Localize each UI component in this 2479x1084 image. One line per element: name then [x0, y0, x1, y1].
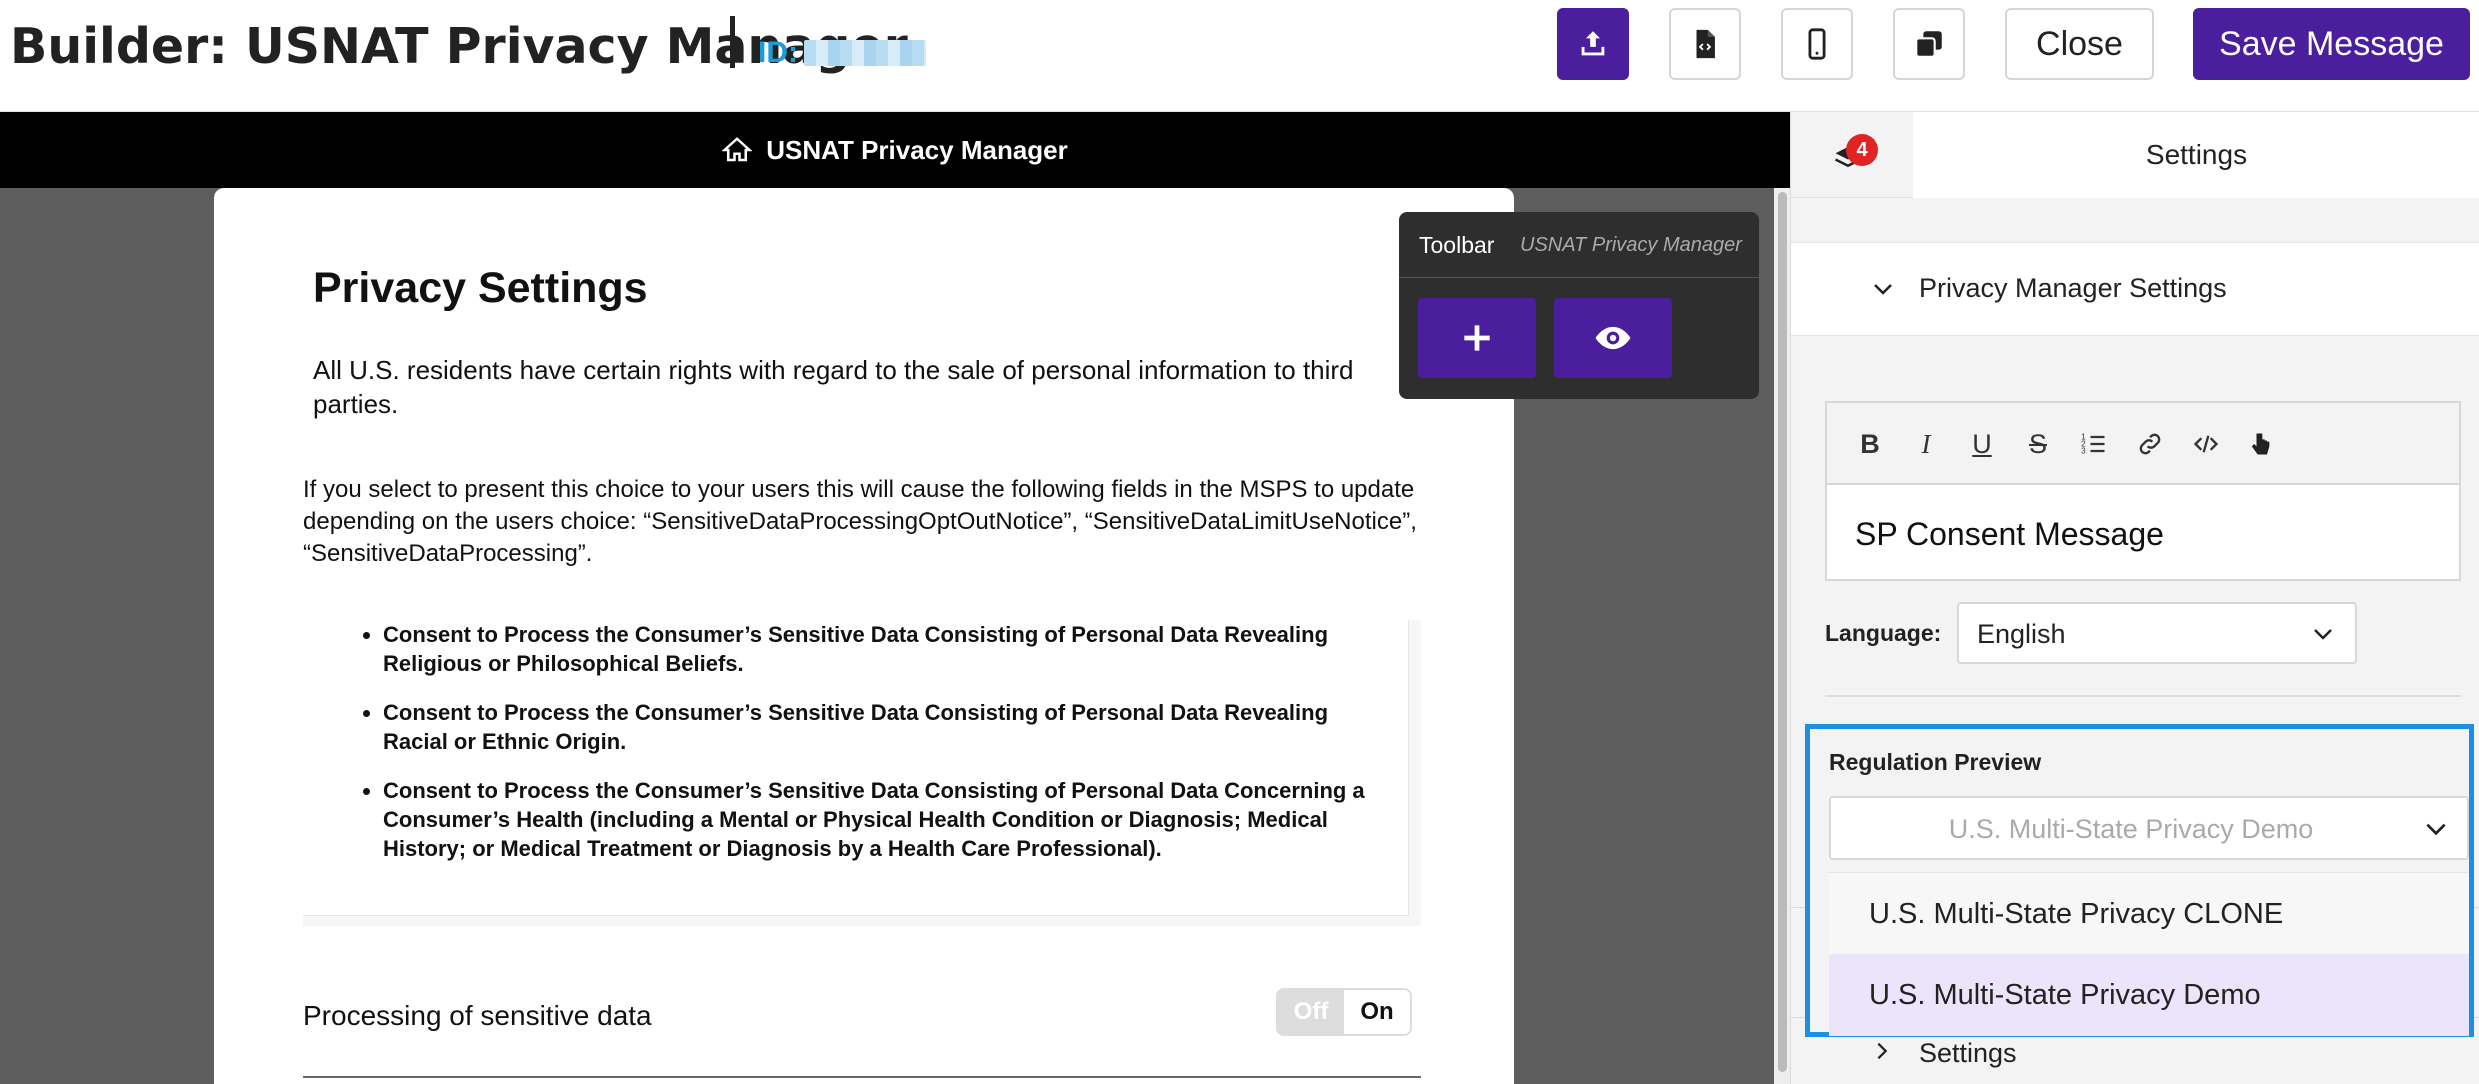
message-id-value-redacted: [804, 40, 926, 66]
privacy-settings-title: Privacy Settings: [313, 264, 648, 312]
upload-icon: [1581, 31, 1605, 56]
language-value: English: [1977, 619, 2066, 649]
canvas-scrollbar-thumb[interactable]: [1778, 192, 1787, 1072]
ordered-list-icon[interactable]: 123: [2077, 427, 2111, 461]
toolbar-subtitle: USNAT Privacy Manager: [1520, 234, 1742, 256]
regulation-option[interactable]: U.S. Multi-State Privacy CLONE: [1829, 872, 2469, 954]
privacy-settings-modal[interactable]: Privacy Settings All U.S. residents have…: [214, 188, 1514, 1084]
sensitive-data-label: Processing of sensitive data: [303, 1000, 652, 1031]
title-separator: [730, 16, 735, 68]
consent-item: Consent to Process the Consumer’s Sensit…: [383, 698, 1373, 756]
canvas-title-bar: USNAT Privacy Manager: [0, 112, 1790, 188]
save-message-button[interactable]: Save Message: [2193, 8, 2470, 80]
editor-toolbar: B I U S 123: [1827, 403, 2459, 485]
chevron-down-icon: [1874, 284, 1892, 295]
consent-list: Consent to Process the Consumer’s Sensit…: [383, 620, 1373, 883]
bold-icon[interactable]: B: [1853, 427, 1887, 461]
chevron-down-icon: [2314, 629, 2332, 640]
tab-settings-label: Settings: [2145, 139, 2248, 170]
regulation-preview-highlight: Regulation Preview U.S. Multi-State Priv…: [1805, 724, 2474, 1037]
publish-button[interactable]: [1557, 8, 1629, 80]
message-id-label: ID:: [758, 36, 798, 69]
mobile-preview-button[interactable]: [1781, 8, 1853, 80]
home-icon: [722, 137, 753, 162]
eye-icon: [1595, 326, 1631, 350]
italic-icon[interactable]: I: [1909, 427, 1943, 461]
preview-button[interactable]: [1554, 298, 1672, 378]
settings-section-label: Settings: [1919, 1038, 2017, 1068]
canvas-title: USNAT Privacy Manager: [766, 134, 1068, 165]
privacy-intro-text: All U.S. residents have certain rights w…: [313, 355, 1354, 419]
toggle-on-option[interactable]: On: [1344, 990, 1410, 1034]
close-button[interactable]: Close: [2005, 8, 2154, 80]
privacy-manager-settings-label: Privacy Manager Settings: [1919, 273, 2227, 303]
svg-text:3: 3: [2081, 446, 2086, 455]
underline-icon[interactable]: U: [1965, 427, 1999, 461]
tab-components[interactable]: 4: [1791, 112, 1913, 198]
code-icon[interactable]: [2189, 427, 2223, 461]
code-file-icon: [1696, 29, 1715, 59]
consent-item: Consent to Process the Consumer’s Sensit…: [383, 776, 1373, 863]
toolbar-header[interactable]: Toolbar USNAT Privacy Manager: [1399, 212, 1759, 278]
notification-badge: 4: [1846, 134, 1878, 166]
consent-list-container[interactable]: Consent to Process the Consumer’s Sensit…: [303, 620, 1421, 926]
editor-content[interactable]: SP Consent Message: [1855, 516, 2164, 553]
regulation-preview-label: Regulation Preview: [1829, 749, 2042, 775]
consent-list-scroll[interactable]: Consent to Process the Consumer’s Sensit…: [303, 620, 1409, 916]
pointer-icon[interactable]: [2243, 427, 2277, 461]
strikethrough-icon[interactable]: S: [2021, 427, 2055, 461]
regulation-preview-select[interactable]: U.S. Multi-State Privacy Demo: [1829, 796, 2469, 860]
floating-toolbar: Toolbar USNAT Privacy Manager: [1399, 212, 1759, 399]
copy-icon: [1915, 31, 1942, 58]
language-label: Language:: [1825, 620, 1942, 646]
privacy-manager-settings-header[interactable]: Privacy Manager Settings: [1791, 242, 2479, 336]
duplicate-button[interactable]: [1893, 8, 1965, 80]
privacy-description-text: If you select to present this choice to …: [303, 476, 1417, 567]
builder-header: Builder: USNAT Privacy Manager ID: Close…: [0, 0, 2479, 112]
sensitive-data-toggle[interactable]: Off On: [1276, 988, 1412, 1036]
consent-item: Consent to Process the Consumer’s Sensit…: [383, 620, 1373, 678]
regulation-preview-value: U.S. Multi-State Privacy Demo: [1948, 814, 2314, 844]
chevron-right-icon: [1877, 1042, 1888, 1060]
rich-text-editor[interactable]: B I U S 123 SP Consent Message: [1825, 401, 2461, 581]
link-icon[interactable]: [2133, 427, 2167, 461]
mobile-icon: [1808, 28, 1826, 60]
regulation-option-selected[interactable]: U.S. Multi-State Privacy Demo: [1829, 954, 2469, 1036]
chevron-down-icon: [2426, 823, 2446, 836]
add-component-button[interactable]: [1418, 298, 1536, 378]
divider: [303, 1076, 1421, 1078]
language-select[interactable]: English: [1957, 602, 2357, 664]
toggle-off-option[interactable]: Off: [1278, 990, 1344, 1034]
divider: [1825, 695, 2461, 697]
settings-panel: 4 Settings Privacy Manager Settings B I …: [1790, 112, 2479, 1084]
export-code-button[interactable]: [1669, 8, 1741, 80]
toolbar-title: Toolbar: [1419, 232, 1495, 258]
tab-settings[interactable]: Settings: [1913, 112, 2479, 198]
plus-icon: [1464, 325, 1490, 351]
